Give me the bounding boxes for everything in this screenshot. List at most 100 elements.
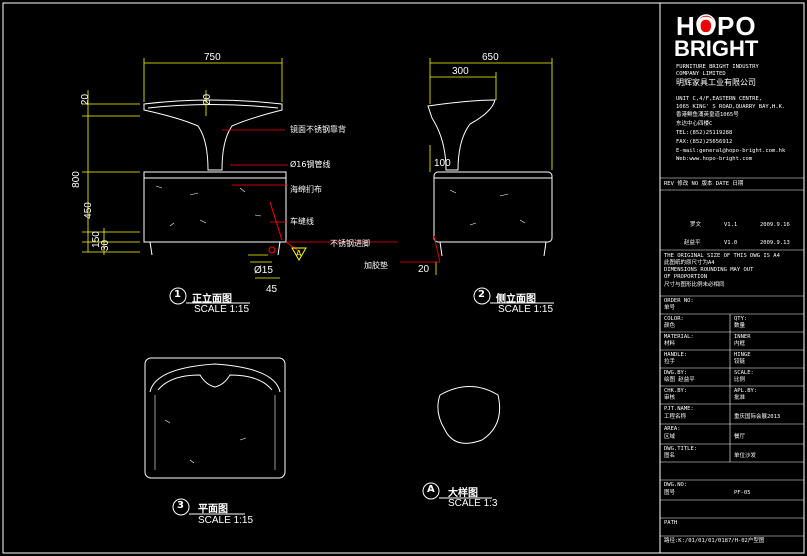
front-view-scale: SCALE 1:15 xyxy=(194,304,250,315)
label-steel-foot: 不锈钢进脚 xyxy=(330,239,370,248)
dim-h30: 30 xyxy=(100,239,112,252)
dwg-by-cn: 绘图 赵益平 xyxy=(664,377,695,383)
company-addr2: 1065 KING' S ROAD,QUARRY BAY,H.K. xyxy=(676,104,786,110)
inner-label: INNER xyxy=(734,334,751,340)
note-1: THE ORIGINAL SIZE OF THIS DWG IS A4 xyxy=(664,253,780,259)
company-tel: TEL:(852)25119288 xyxy=(676,130,733,136)
side-leg-right xyxy=(543,241,547,257)
revision-row1-name: 罗文 xyxy=(690,222,702,228)
order-cn: 单号 xyxy=(664,305,676,311)
color-cn: 颜色 xyxy=(664,323,676,329)
plan-view-title: 平面图 xyxy=(198,504,228,515)
logo-line2: BRIGHT xyxy=(674,36,759,61)
dim-h20b: 20 xyxy=(202,93,214,106)
handle-label: HANDLE: xyxy=(664,352,688,358)
front-backrest-shell xyxy=(143,99,283,171)
label-tube: Ø16钢管线 xyxy=(290,160,331,169)
detail-view-scale: SCALE 1:3 xyxy=(448,498,498,509)
front-leg-left xyxy=(149,241,153,256)
detail-view-number: A xyxy=(427,484,435,495)
company-name-cn: 明辉家具工业有限公司 xyxy=(676,78,756,87)
revision-row2-ver: V1.0 xyxy=(724,240,738,246)
material-cn: 材料 xyxy=(664,341,676,347)
front-dimensions xyxy=(82,58,283,279)
chk-by-cn: 审核 xyxy=(664,395,676,401)
dim-depth-650: 650 xyxy=(482,52,499,63)
path-label: PATH xyxy=(664,520,678,526)
front-elevation xyxy=(143,99,287,256)
dim-45: 45 xyxy=(266,284,278,295)
company-name-en2: COMPANY LIMITED xyxy=(676,71,726,77)
side-fabric-texture xyxy=(449,189,526,226)
plan-backrest-outer xyxy=(149,363,281,393)
chk-by-label: CHK.BY: xyxy=(664,388,688,394)
side-seat-box xyxy=(433,171,553,243)
dim-depth-300: 300 xyxy=(452,66,469,77)
revision-row2-name: 赵益平 xyxy=(684,240,701,246)
note-3: DIMENSIONS ROUNDING MAY OUT xyxy=(664,267,754,273)
company-fax: FAX:(852)25656912 xyxy=(676,139,733,145)
plan-backrest-inner xyxy=(157,374,273,391)
label-stitch: 车缝线 xyxy=(290,217,314,226)
dim-h20c: 20 xyxy=(418,264,430,275)
dim-h450: 450 xyxy=(82,202,94,219)
plan-view xyxy=(144,357,286,479)
side-view-number: 2 xyxy=(478,289,485,300)
hinge-cn: 铰链 xyxy=(734,359,746,365)
area-value: 餐厅 xyxy=(734,434,746,440)
dwg-by-label: DWG.BY: xyxy=(664,370,688,376)
dim-h800: 800 xyxy=(70,171,82,188)
project-value: 重庆国际会展2013 xyxy=(734,414,781,420)
apl-by-cn: 批准 xyxy=(734,395,746,401)
plan-texture xyxy=(164,419,247,464)
note-2: 此图纸的原尺寸为A4 xyxy=(664,260,715,266)
revision-row2-date: 2009.9.13 xyxy=(760,240,790,246)
detail-a-outline xyxy=(437,386,501,444)
company-addr3: 香港鲗鱼涌英皇道1065号 xyxy=(676,112,739,118)
dwg-title-cn: 图名 xyxy=(664,453,676,459)
label-rubber-pad: 加胶垫 xyxy=(364,261,388,270)
qty-cn: 数量 xyxy=(734,323,746,329)
company-email: E-mail:general@hopo-bright.com.hk xyxy=(676,148,786,154)
plan-view-scale: SCALE 1:15 xyxy=(198,515,254,526)
dim-h100: 100 xyxy=(434,158,451,169)
inner-cn: 内框 xyxy=(734,341,746,347)
color-label: COLOR: xyxy=(664,316,684,322)
company-addr1: UNIT C,4/F,EASTERN CENTRE, xyxy=(676,96,763,102)
dwg-title-label: DWG.TITLE: xyxy=(664,446,698,452)
side-leg-left xyxy=(439,241,443,257)
side-elevation xyxy=(427,99,553,257)
plan-view-number: 3 xyxy=(177,500,184,511)
front-red-detail xyxy=(268,201,283,254)
apl-by-label: APL.BY: xyxy=(734,388,758,394)
order-label: ORDER NO: xyxy=(664,298,694,304)
dim-h20: 20 xyxy=(80,93,92,106)
scale-label: SCALE: xyxy=(734,370,754,376)
note-5: 尺寸与图形比例未必相同 xyxy=(664,282,725,288)
revision-header: REV 修改 NO 版本 DATE 日期 xyxy=(664,181,744,187)
front-view-number: 1 xyxy=(174,289,181,300)
side-view-title: 侧立面图 xyxy=(496,294,536,305)
scale-cn: 比例 xyxy=(734,377,746,383)
revision-row1-ver: V1.1 xyxy=(724,222,738,228)
handle-cn: 拉手 xyxy=(664,359,676,365)
dim-dia15: Ø15 xyxy=(254,265,273,276)
hinge-label: HINGE xyxy=(734,352,751,358)
front-leg-right xyxy=(277,241,281,256)
detail-a xyxy=(437,386,501,444)
front-seat-box xyxy=(143,171,287,243)
area-label: AREA: xyxy=(664,426,681,432)
qty-label: QTY: xyxy=(734,316,748,322)
company-web: Web:www.hopo-bright.com xyxy=(676,156,753,162)
plan-seat-sides xyxy=(154,395,276,470)
revision-row1-date: 2009.9.16 xyxy=(760,222,790,228)
plan-seat-outline xyxy=(144,357,286,479)
view-title-markers xyxy=(169,287,554,516)
dwg-no-cn: 图号 xyxy=(664,490,676,496)
dwg-no-value: PF-05 xyxy=(734,490,751,496)
dwg-title-value: 单位沙发 xyxy=(734,453,757,459)
side-view-scale: SCALE 1:15 xyxy=(498,304,554,315)
callout-a-label: A xyxy=(296,249,302,258)
company-addr4: 东达中心四楼C xyxy=(676,121,713,127)
detail-view-title: 大样图 xyxy=(448,488,478,499)
